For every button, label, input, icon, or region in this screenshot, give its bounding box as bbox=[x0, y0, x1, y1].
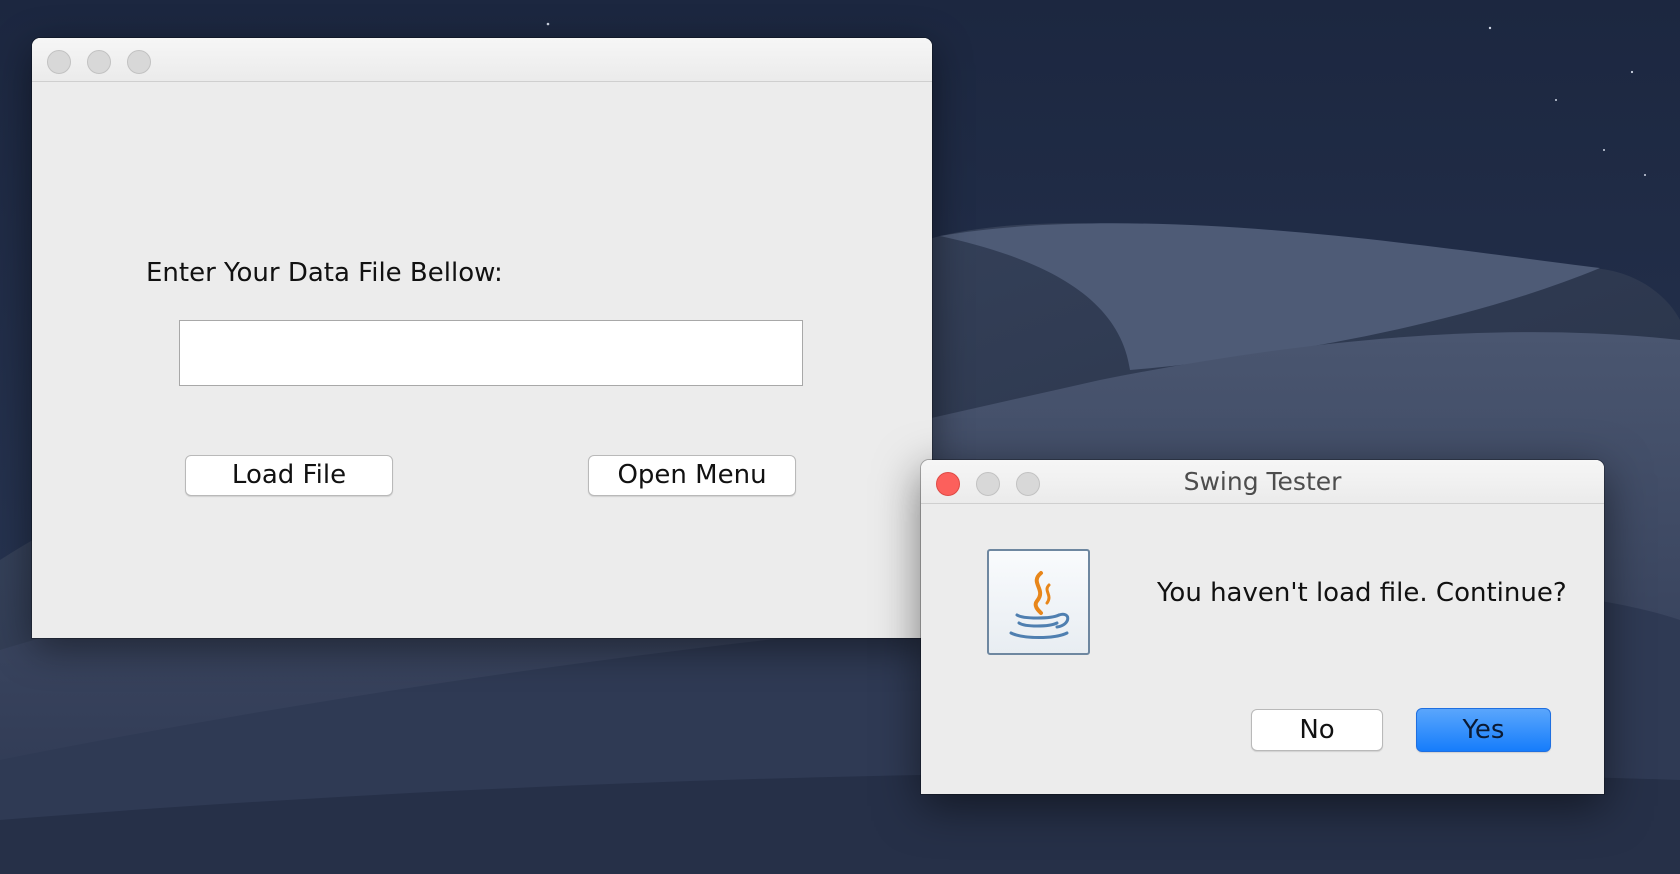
dialog-message: You haven't load file. Continue? bbox=[1157, 578, 1567, 608]
load-file-button[interactable]: Load File bbox=[185, 455, 393, 496]
open-menu-button[interactable]: Open Menu bbox=[588, 455, 796, 496]
no-button[interactable]: No bbox=[1251, 709, 1383, 751]
main-window: Enter Your Data File Bellow: Load File O… bbox=[32, 38, 932, 638]
java-icon bbox=[987, 549, 1090, 655]
main-window-titlebar[interactable] bbox=[32, 38, 932, 82]
dialog-titlebar[interactable]: Swing Tester bbox=[921, 460, 1604, 504]
dialog-title: Swing Tester bbox=[1183, 467, 1342, 496]
data-file-prompt-label: Enter Your Data File Bellow: bbox=[146, 258, 503, 288]
yes-button[interactable]: Yes bbox=[1416, 708, 1551, 752]
close-window-button[interactable] bbox=[47, 50, 71, 74]
yes-button-label: Yes bbox=[1462, 715, 1505, 745]
confirm-dialog: Swing Tester You haven't load file. Cont… bbox=[921, 460, 1604, 794]
main-window-content: Enter Your Data File Bellow: Load File O… bbox=[32, 82, 932, 638]
zoom-window-button[interactable] bbox=[127, 50, 151, 74]
data-file-input[interactable] bbox=[179, 320, 803, 386]
minimize-window-button[interactable] bbox=[87, 50, 111, 74]
